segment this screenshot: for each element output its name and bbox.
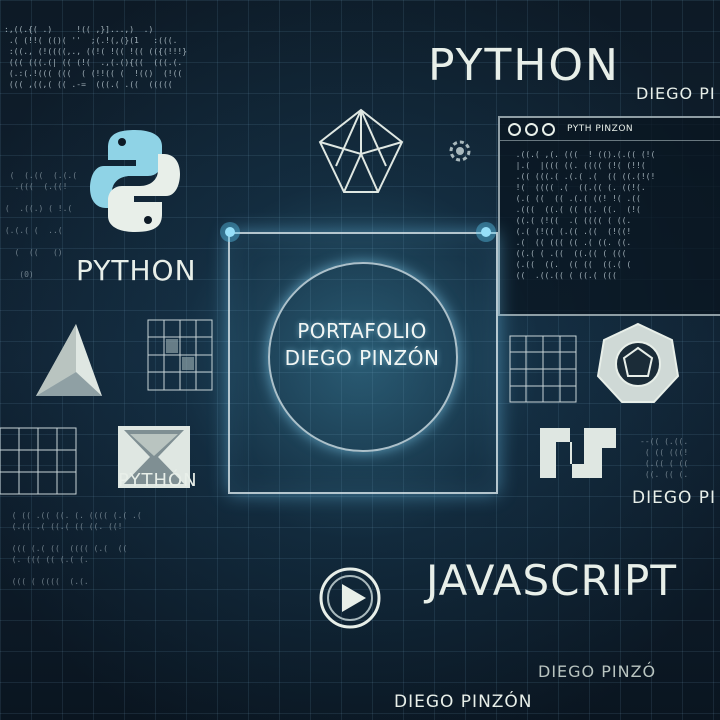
javascript-heading: JAVASCRIPT bbox=[426, 556, 678, 605]
window-dot-icon bbox=[508, 122, 521, 136]
python-heading-top: PYTHON bbox=[428, 40, 620, 91]
python-heading-small: PYTHÓN bbox=[118, 470, 198, 491]
name-label-bottom-center: DIEGO PINZÓN bbox=[394, 692, 533, 712]
triangle-icon bbox=[36, 324, 102, 396]
polygon-badge-icon bbox=[596, 322, 680, 403]
code-window-content: .((.( ,(. ((( ! (().(.(( (!( |.( |((( ((… bbox=[515, 150, 656, 280]
center-glow bbox=[220, 222, 240, 242]
portfolio-title: PORTAFOLIO DIEGO PINZÓN bbox=[240, 318, 484, 372]
portfolio-title-line1: PORTAFOLIO bbox=[297, 319, 427, 343]
grid-block-icon bbox=[509, 335, 577, 403]
gear-icon bbox=[449, 140, 471, 162]
python-logo-icon bbox=[90, 130, 180, 232]
portfolio-banner: :,((.{( .) !(( ,}]...,) .) .( (!!( (()( … bbox=[0, 0, 720, 720]
code-window: PYTH PINZON .((.( ,(. ((( ! (().(.(( (!(… bbox=[498, 116, 720, 316]
window-dot-icon bbox=[542, 122, 555, 136]
python-heading-left: PYTHON bbox=[76, 254, 197, 287]
portfolio-title-line2: DIEGO PINZÓN bbox=[284, 346, 440, 370]
grid-block-icon bbox=[0, 427, 77, 495]
window-dot-icon bbox=[525, 122, 538, 136]
name-label-mid-right: DIEGO PI bbox=[632, 488, 717, 508]
code-noise-left: ( (.(( (.(.( .((( (.((! ( .((.) ( !.( (.… bbox=[4, 171, 78, 279]
center-glow bbox=[476, 222, 496, 242]
grid-block-icon bbox=[147, 319, 213, 391]
code-noise-top-left: :,((.{( .) !(( ,}]...,) .) .( (!!( (()( … bbox=[4, 25, 188, 89]
crystal-icon bbox=[318, 108, 404, 193]
window-title: PYTH PINZON bbox=[567, 124, 634, 134]
window-titlebar: PYTH PINZON bbox=[500, 118, 720, 141]
name-label-top-right: DIEGO PI bbox=[636, 84, 716, 103]
code-noise-right: --(( (.((. ( (( (((! (.(( ( (( ((. (( (. bbox=[640, 437, 689, 479]
name-label-bottom-right: DIEGO PINZÓ bbox=[538, 662, 657, 681]
n-logo-icon bbox=[540, 428, 616, 478]
play-icon bbox=[319, 567, 381, 629]
code-noise-bottom-left: ( (( .(( ((. (. (((( (.( .( (.(( .( ((.(… bbox=[11, 511, 142, 586]
